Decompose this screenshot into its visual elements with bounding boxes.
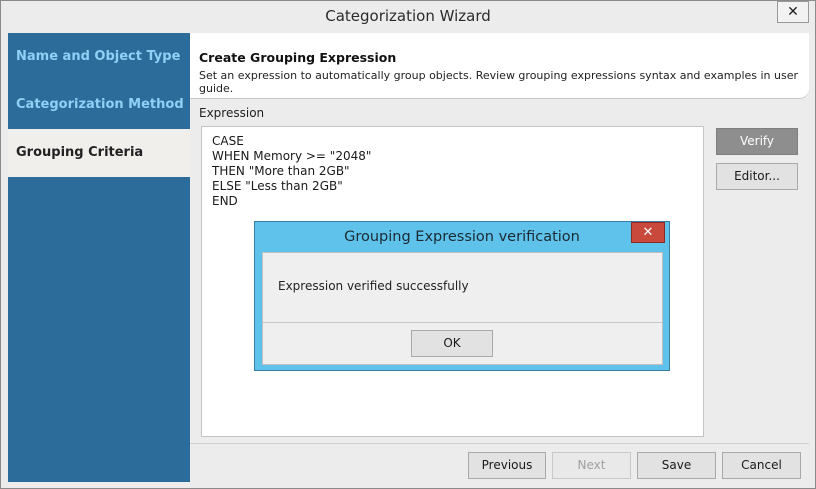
page-description: Set an expression to automatically group… <box>199 69 799 95</box>
dialog-divider <box>263 322 662 323</box>
window-title: Categorization Wizard <box>325 7 491 25</box>
expression-line: THEN "More than 2GB" <box>212 164 350 178</box>
next-button: Next <box>552 452 631 479</box>
title-bar: Categorization Wizard ✕ <box>1 1 815 32</box>
dialog-close-button[interactable]: ✕ <box>631 222 665 243</box>
expression-label: Expression <box>199 106 265 120</box>
sidebar-item-categorization-method[interactable]: Categorization Method <box>8 81 190 129</box>
wizard-footer: Previous Next Save Cancel <box>190 443 809 482</box>
cancel-button[interactable]: Cancel <box>722 452 801 479</box>
ok-button[interactable]: OK <box>411 330 493 357</box>
wizard-sidebar: Name and Object Type Categorization Meth… <box>8 33 190 482</box>
verify-button[interactable]: Verify <box>716 128 798 155</box>
close-icon: ✕ <box>642 225 654 240</box>
dialog-message: Expression verified successfully <box>278 279 469 293</box>
expression-line: CASE <box>212 134 244 148</box>
expression-line: WHEN Memory >= "2048" <box>212 149 372 163</box>
expression-line: END <box>212 194 238 208</box>
sidebar-item-name-and-object-type[interactable]: Name and Object Type <box>8 33 190 81</box>
categorization-wizard-window: Categorization Wizard ✕ Name and Object … <box>0 0 816 489</box>
editor-button[interactable]: Editor... <box>716 163 798 190</box>
close-icon: ✕ <box>787 4 799 20</box>
expression-line: ELSE "Less than 2GB" <box>212 179 343 193</box>
previous-button[interactable]: Previous <box>468 452 546 479</box>
verification-dialog: Grouping Expression verification ✕ Expre… <box>254 221 670 371</box>
save-button[interactable]: Save <box>637 452 716 479</box>
page-title: Create Grouping Expression <box>199 50 397 65</box>
window-close-button[interactable]: ✕ <box>777 1 809 23</box>
page-header: Create Grouping Expression Set an expres… <box>190 33 809 99</box>
dialog-body: Expression verified successfully OK <box>262 252 663 365</box>
dialog-title: Grouping Expression verification <box>344 229 580 245</box>
sidebar-item-grouping-criteria[interactable]: Grouping Criteria <box>8 129 190 177</box>
